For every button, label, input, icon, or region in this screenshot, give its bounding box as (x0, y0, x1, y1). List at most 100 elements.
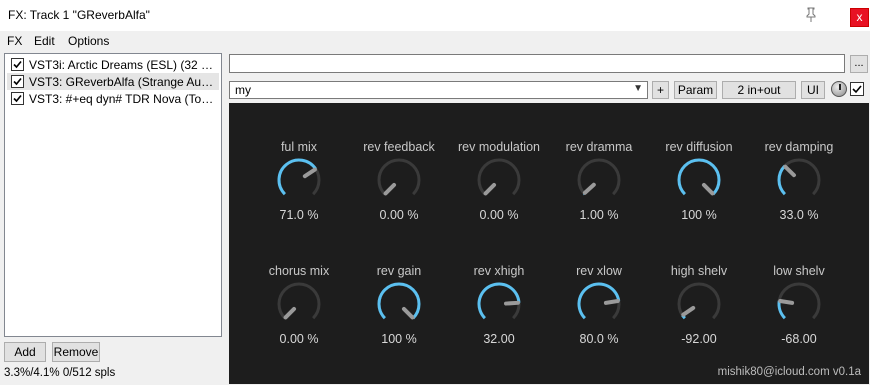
preset-value: my (235, 83, 251, 97)
param-rev-xlow: rev xlow 80.0 % (544, 264, 654, 354)
fx-command-input[interactable] (229, 54, 845, 73)
fx-enable-checkbox[interactable] (11, 58, 24, 71)
param-label: rev xlow (576, 264, 622, 278)
knob-icon[interactable] (275, 156, 323, 204)
fx-chain-item[interactable]: VST3i: Arctic Dreams (ESL) (32 out) (7, 56, 219, 73)
param-value: 1.00 % (579, 208, 619, 222)
knob-pointer (302, 167, 317, 179)
knob-icon[interactable] (575, 156, 623, 204)
knob-pointer (778, 299, 795, 305)
knob-track (277, 282, 321, 320)
ui-button[interactable]: UI (801, 81, 825, 99)
param-rev-dramma: rev dramma 1.00 % (544, 140, 654, 230)
param-ful-mix: ful mix 71.0 % (244, 140, 354, 230)
param-value: -92.00 (681, 332, 717, 346)
param-rev-diffusion: rev diffusion 100 % (644, 140, 754, 230)
param-value: 0.00 % (279, 332, 319, 346)
param-high-shelv: high shelv -92.00 (644, 264, 754, 354)
knob-value-arc (677, 158, 721, 196)
param-chorus-mix: chorus mix 0.00 % (244, 264, 354, 354)
param-value: 100 % (381, 332, 417, 346)
knob-icon[interactable] (675, 156, 723, 204)
param-rev-damping: rev damping 33.0 % (744, 140, 854, 230)
fx-enable-checkbox[interactable] (11, 92, 24, 105)
param-value: 33.0 % (779, 208, 819, 222)
param-rev-modulation: rev modulation 0.00 % (444, 140, 554, 230)
plugin-panel: mishik80@icloud.com v0.1a ful mix 71.0 % r… (229, 103, 869, 384)
param-value: 80.0 % (579, 332, 619, 346)
param-button[interactable]: Param (674, 81, 717, 99)
io-button[interactable]: 2 in+out (722, 81, 796, 99)
cpu-status: 3.3%/4.1% 0/512 spls (4, 367, 116, 379)
param-label: rev xhigh (473, 264, 525, 278)
knob-pointer (783, 164, 796, 178)
param-value: -68.00 (781, 332, 817, 346)
fx-chain-item-selected[interactable]: VST3: GReverbAlfa (Strange Audio) (7, 73, 219, 90)
bypass-checkbox[interactable] (850, 82, 864, 96)
knob-track (577, 158, 621, 196)
param-label: low shelv (773, 264, 825, 278)
knob-pointer (701, 182, 715, 196)
knob-pointer (603, 299, 620, 305)
knob-icon[interactable] (475, 156, 523, 204)
add-preset-button[interactable]: + (652, 81, 669, 99)
param-label: rev damping (764, 140, 834, 154)
knob-value-arc (777, 165, 786, 196)
wet-knob-icon[interactable] (831, 81, 847, 97)
param-label: rev dramma (565, 140, 633, 154)
knob-icon[interactable] (375, 156, 423, 204)
knob-icon[interactable] (275, 280, 323, 328)
menu-edit[interactable]: Edit (34, 34, 55, 48)
knob-value-arc (277, 158, 317, 196)
knob-pointer (503, 300, 520, 306)
knob-icon[interactable] (575, 280, 623, 328)
param-value: 71.0 % (279, 208, 319, 222)
param-low-shelv: low shelv -68.00 (744, 264, 854, 354)
preset-select[interactable]: my ▼ (229, 81, 648, 99)
knob-pointer (401, 306, 415, 320)
param-label: rev feedback (363, 140, 435, 154)
knob-track (477, 158, 521, 196)
knob-pointer (681, 305, 696, 317)
menu-options[interactable]: Options (68, 34, 109, 48)
add-fx-button[interactable]: Add (4, 342, 46, 362)
param-label: ful mix (280, 140, 318, 154)
param-value: 0.00 % (479, 208, 519, 222)
knob-value-arc (477, 282, 521, 320)
param-label: rev modulation (458, 140, 540, 154)
fx-enable-checkbox[interactable] (11, 75, 24, 88)
knob-icon[interactable] (775, 280, 823, 328)
knob-pointer (483, 182, 497, 196)
knob-pointer (582, 182, 596, 195)
knob-pointer (283, 306, 297, 320)
knob-icon[interactable] (375, 280, 423, 328)
fx-name: VST3: GReverbAlfa (Strange Audio) (29, 74, 219, 89)
param-label: chorus mix (268, 264, 330, 278)
param-label: high shelv (670, 264, 728, 278)
fx-name: VST3i: Arctic Dreams (ESL) (32 out) (29, 57, 219, 72)
param-rev-feedback: rev feedback 0.00 % (344, 140, 454, 230)
title-bar: FX: Track 1 "GReverbAlfa" x (0, 0, 870, 31)
param-label: rev diffusion (665, 140, 733, 154)
param-rev-gain: rev gain 100 % (344, 264, 454, 354)
close-button[interactable]: x (850, 8, 869, 27)
pin-icon[interactable] (800, 4, 822, 26)
knob-value-arc (377, 282, 421, 320)
fx-chain-item[interactable]: VST3: #+eq dyn# TDR Nova (Tokyo Dawn Lab… (7, 90, 219, 107)
chevron-down-icon: ▼ (633, 83, 643, 94)
knob-icon[interactable] (775, 156, 823, 204)
knob-icon[interactable] (475, 280, 523, 328)
browse-button[interactable]: ... (850, 55, 868, 73)
window-title: FX: Track 1 "GReverbAlfa" (8, 8, 150, 22)
remove-fx-button[interactable]: Remove (52, 342, 100, 362)
param-label: rev gain (376, 264, 422, 278)
param-value: 0.00 % (379, 208, 419, 222)
fx-chain-list[interactable]: VST3i: Arctic Dreams (ESL) (32 out) VST3… (4, 53, 222, 337)
param-value: 32.00 (483, 332, 515, 346)
knob-pointer (383, 182, 397, 196)
menu-bar: FX Edit Options (0, 31, 870, 52)
menu-fx[interactable]: FX (7, 34, 22, 48)
knob-track (377, 158, 421, 196)
param-rev-xhigh: rev xhigh 32.00 (444, 264, 554, 354)
knob-icon[interactable] (675, 280, 723, 328)
